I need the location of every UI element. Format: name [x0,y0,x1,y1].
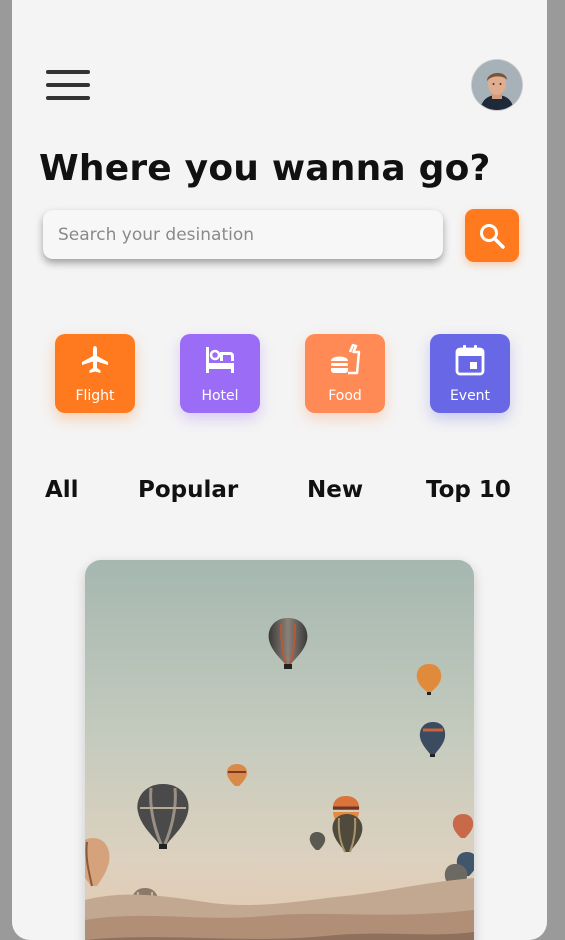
app-screen: Where you wanna go? Flight Hotel Foo [12,0,547,940]
filter-tab-popular[interactable]: Popular [138,477,238,503]
hotel-bed-icon [206,347,234,373]
avatar[interactable] [472,60,522,110]
category-label: Food [328,388,362,404]
airplane-icon [82,346,108,373]
featured-destination-card[interactable] [85,560,474,940]
filter-tab-all[interactable]: All [45,477,79,503]
page-title: Where you wanna go? [39,148,491,189]
fast-food-icon [331,343,361,375]
category-flight-button[interactable]: Flight [55,334,135,413]
hot-air-balloons-photo [85,560,474,940]
category-hotel-button[interactable]: Hotel [180,334,260,413]
search-button[interactable] [465,209,519,262]
calendar-event-icon [455,345,485,376]
filter-tab-new[interactable]: New [307,477,363,503]
category-label: Event [449,388,491,404]
category-label: Flight [75,388,115,404]
hamburger-menu-icon[interactable] [46,68,90,102]
category-event-button[interactable]: Event [430,334,510,413]
search-input[interactable] [43,210,443,259]
filter-tab-top-10[interactable]: Top 10 [426,477,511,503]
search-field[interactable] [43,210,443,259]
search-icon [480,224,505,249]
category-label: Hotel [201,388,239,404]
category-food-button[interactable]: Food [305,334,385,413]
